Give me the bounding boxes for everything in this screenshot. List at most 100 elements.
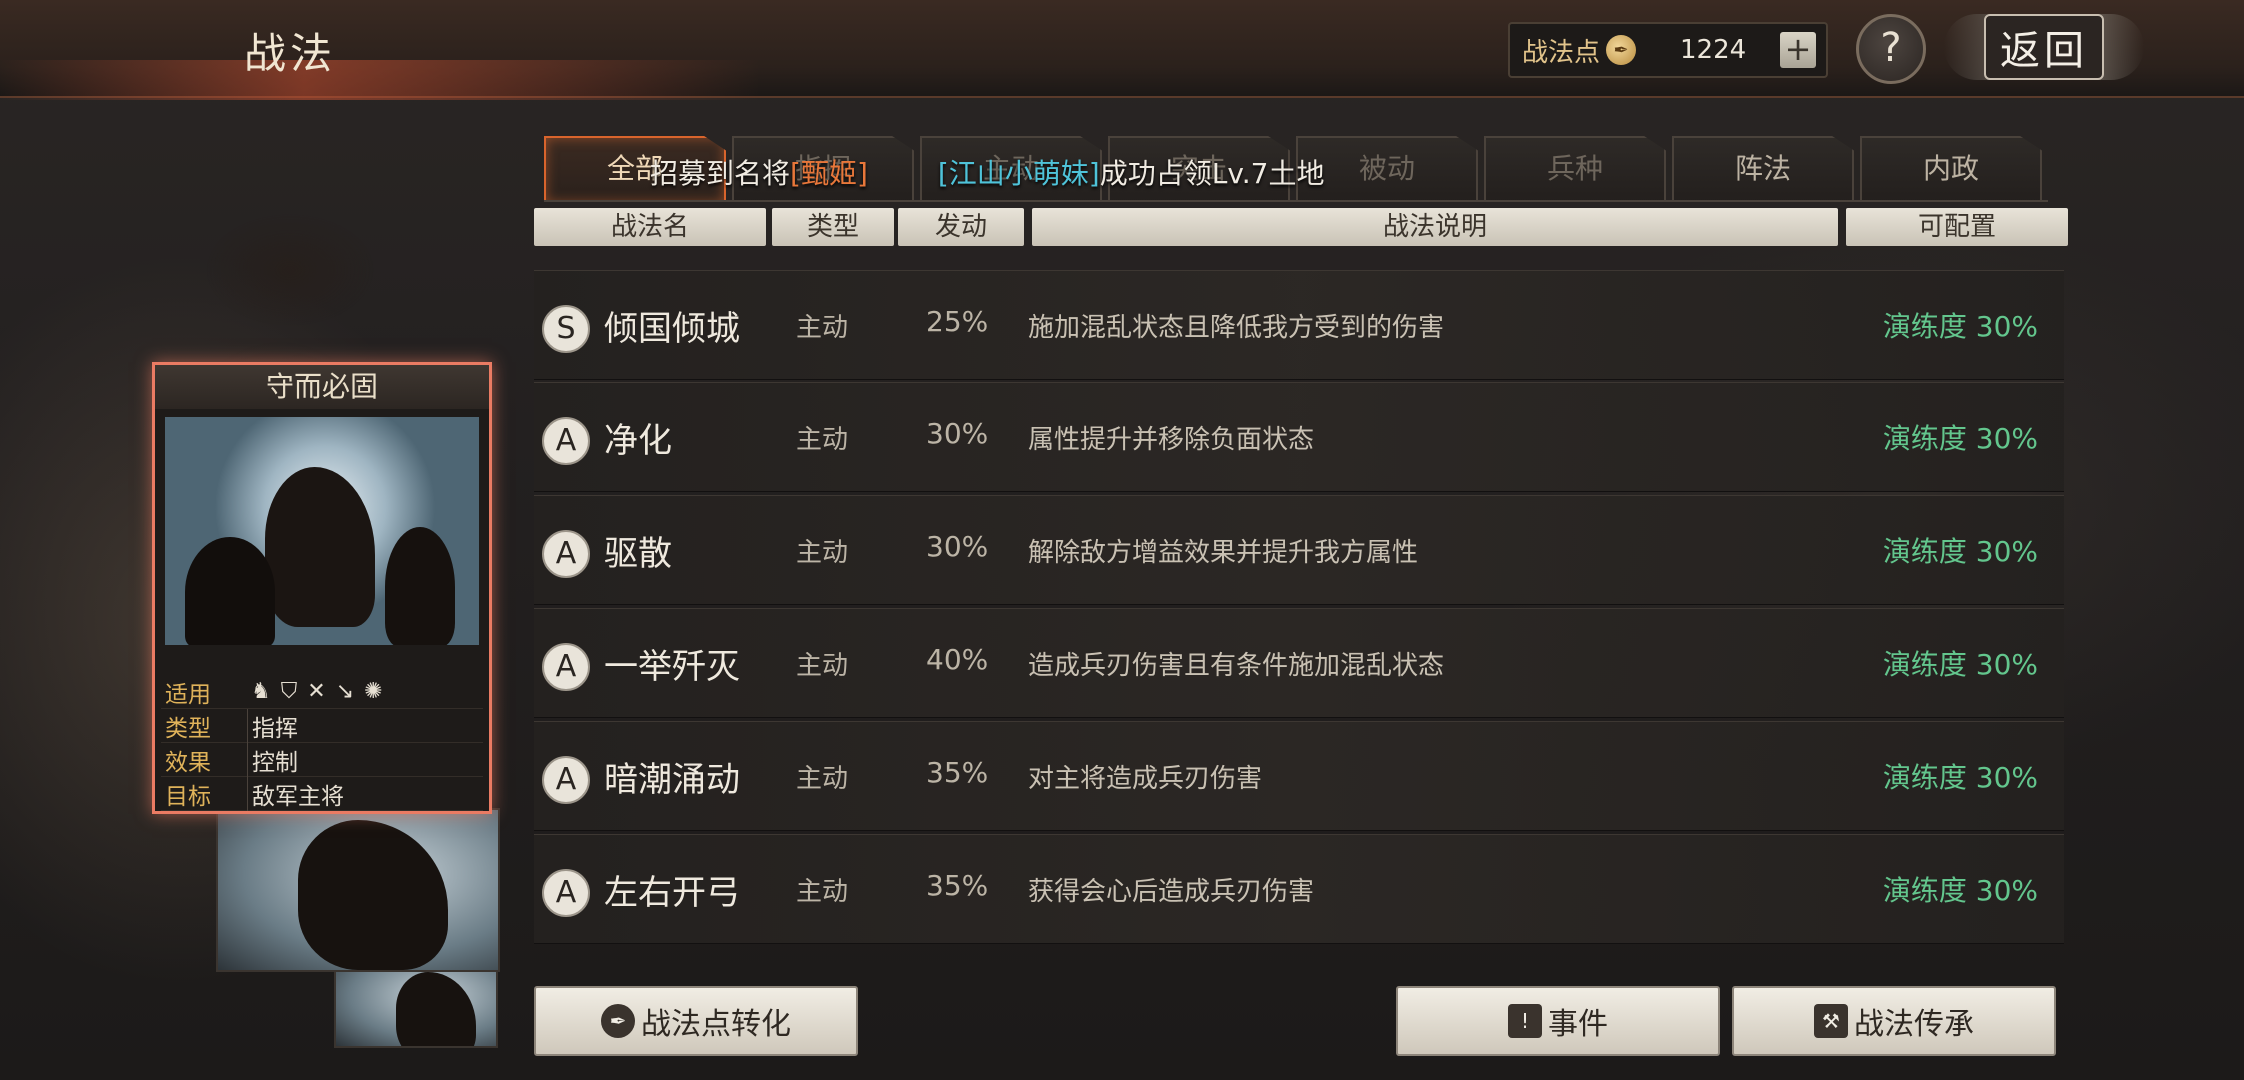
tactic-description: 属性提升并移除负面状态 [1028,425,1315,455]
tactic-type: 主动 [796,313,849,343]
applies-label: 适用 [165,681,211,708]
tactic-name: 一举歼灭 [604,647,740,687]
tactic-name: 驱散 [604,534,672,574]
table-row[interactable]: S 倾国倾城 主动 25% 施加混乱状态且降低我方受到的伤害 演练度 30% [534,270,2064,380]
horse-rider-silhouette [265,467,375,627]
header-configurable: 可配置 [1846,208,2068,246]
table-row[interactable]: A 净化 主动 30% 属性提升并移除负面状态 演练度 30% [534,382,2064,492]
tactic-description: 造成兵刃伤害且有条件施加混乱状态 [1028,651,1445,681]
rank-badge: A [542,417,590,465]
feather-coin-icon: ✒ [601,1004,635,1038]
tab-internal-affairs[interactable]: 内政 [1860,136,2042,202]
tactic-description: 解除敌方增益效果并提升我方属性 [1028,538,1419,568]
card-info: 适用 ♞ ⛉ ✕ ↘ ✺ 类型 指挥 效果 控制 目标 敌军主将 [161,675,483,811]
troop-icons: ♞ ⛉ ✕ ↘ ✺ [247,679,383,704]
tactic-type: 主动 [796,425,849,455]
effect-value: 控制 [247,742,298,777]
add-points-button[interactable]: + [1780,32,1816,68]
tactic-list: S 倾国倾城 主动 25% 施加混乱状态且降低我方受到的伤害 演练度 30% A… [534,258,2064,960]
tactic-points-value: 1224 [1680,35,1747,65]
trigger-rate: 40% [926,643,989,676]
tactic-description: 获得会心后造成兵刃伤害 [1028,877,1315,907]
table-row[interactable]: A 暗潮涌动 主动 35% 对主将造成兵刃伤害 演练度 30% [534,721,2064,831]
event-button[interactable]: ! 事件 [1396,986,1720,1056]
header-trigger-rate: 发动 [898,208,1024,246]
tabs-divider [544,200,2048,202]
header-type: 类型 [772,208,894,246]
proficiency: 演练度 30% [1882,310,2038,343]
tab-troop-type[interactable]: 兵种 [1484,136,1666,202]
soldier-silhouette [185,537,275,645]
tactic-name: 净化 [604,421,672,461]
effect-label: 效果 [165,749,211,776]
rank-badge: A [542,530,590,578]
cavalry-icon: ♞ [251,679,271,704]
table-row[interactable]: A 左右开弓 主动 35% 获得会心后造成兵刃伤害 演练度 30% [534,834,2064,944]
tactic-type: 主动 [796,764,849,794]
trigger-rate: 35% [926,869,989,902]
archer-icon: ✕ [307,679,326,704]
marquee-prefix: 招募到名将 [650,157,791,190]
tactic-type: 主动 [796,538,849,568]
card-artwork [165,417,479,645]
header-tactic-name: 战法名 [534,208,766,246]
hammer-icon: ⚒ [1814,1004,1848,1038]
type-label: 类型 [165,715,211,742]
shield-icon: ⛉ [280,679,298,704]
silhouette [396,972,476,1046]
target-label: 目标 [165,783,211,810]
tactic-card-thumbnail[interactable] [216,808,500,972]
applies-row: 适用 ♞ ⛉ ✕ ↘ ✺ [161,675,483,709]
convert-points-button[interactable]: ✒ 战法点转化 [534,986,858,1056]
tactic-description: 施加混乱状态且降低我方受到的伤害 [1028,313,1445,343]
trigger-rate: 30% [926,530,989,563]
rank-badge: A [542,869,590,917]
event-label: 事件 [1548,1007,1608,1042]
target-value: 敌军主将 [247,776,344,811]
page-title: 战法 [244,29,337,78]
tab-formation[interactable]: 阵法 [1672,136,1854,202]
silhouette [298,820,448,970]
rank-badge: A [542,643,590,691]
marquee-suffix: 成功占领Lv.7土地 [1099,157,1325,190]
type-value: 指挥 [247,708,298,743]
proficiency: 演练度 30% [1882,422,2038,455]
marquee-player-name: [江山小萌妹] [937,157,1100,190]
rank-badge: S [542,305,590,353]
proficiency: 演练度 30% [1882,648,2038,681]
rank-badge: A [542,756,590,804]
tactic-type: 主动 [796,877,849,907]
tactic-points-label: 战法点 [1522,37,1601,68]
effect-row: 效果 控制 [161,742,483,777]
broadcast-marquee: 招募到名将 [甄姬] [江山小萌妹] 成功占领Lv.7土地 [650,150,1324,194]
tactic-name: 倾国倾城 [604,309,740,349]
inherit-tactic-button[interactable]: ⚒ 战法传承 [1732,986,2056,1056]
proficiency: 演练度 30% [1882,874,2038,907]
table-row[interactable]: A 一举歼灭 主动 40% 造成兵刃伤害且有条件施加混乱状态 演练度 30% [534,608,2064,718]
inherit-label: 战法传承 [1854,1007,1974,1042]
convert-points-label: 战法点转化 [641,1007,791,1042]
tactic-card-thumbnail[interactable] [334,960,498,1048]
header-description: 战法说明 [1032,208,1838,246]
selected-tactic-card[interactable]: 守而必固 适用 ♞ ⛉ ✕ ↘ ✺ 类型 指挥 效果 控制 目标 敌军主将 [152,362,492,814]
trigger-rate: 25% [926,305,989,338]
title-glow [0,60,760,100]
siege-icon: ✺ [364,679,383,704]
table-row[interactable]: A 驱散 主动 30% 解除敌方增益效果并提升我方属性 演练度 30% [534,495,2064,605]
marquee-recruit-name: [甄姬] [790,157,868,190]
top-bar: 战法 战法点 ✒ 1224 + ? 返回 [0,0,2244,100]
proficiency: 演练度 30% [1882,761,2038,794]
card-title: 守而必固 [155,365,489,409]
soldier-silhouette [385,527,455,645]
tactic-name: 暗潮涌动 [604,760,740,800]
trigger-rate: 35% [926,756,989,789]
back-button[interactable]: 返回 [1944,14,2144,80]
alert-book-icon: ! [1508,1004,1542,1038]
proficiency: 演练度 30% [1882,535,2038,568]
spear-icon: ↘ [335,679,355,704]
tactic-name: 左右开弓 [604,873,740,913]
help-button[interactable]: ? [1856,14,1926,84]
back-button-label: 返回 [1984,14,2104,80]
tactic-description: 对主将造成兵刃伤害 [1028,764,1263,794]
feather-coin-icon: ✒ [1606,35,1637,65]
